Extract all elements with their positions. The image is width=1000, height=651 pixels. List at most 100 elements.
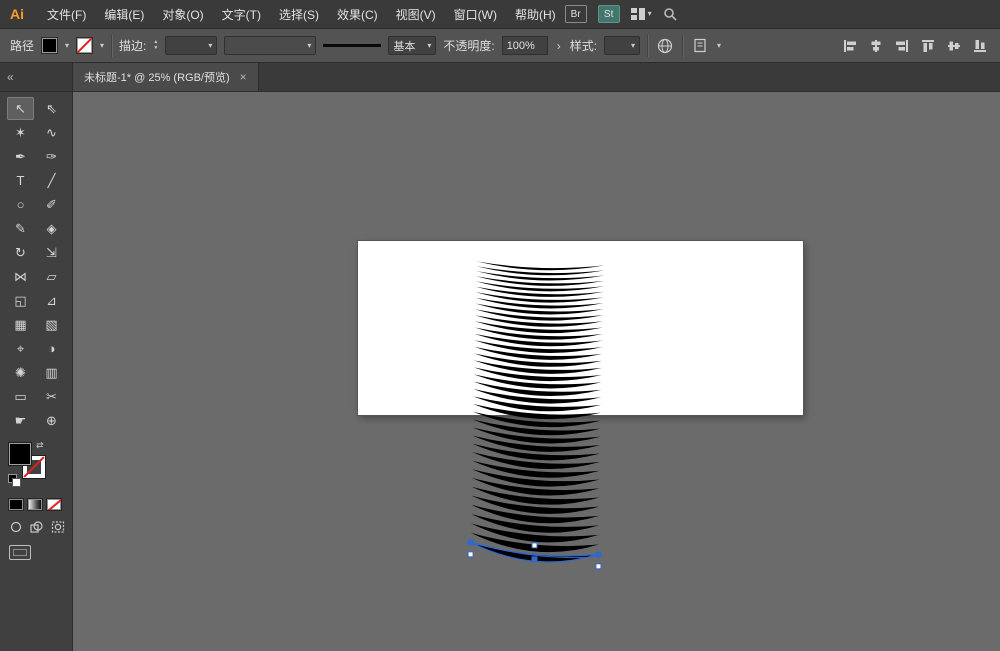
collapse-panel-button[interactable]: « [7, 70, 14, 84]
change-screen-mode-button[interactable] [9, 545, 31, 560]
draw-normal-button[interactable] [7, 520, 25, 534]
fill-chevron-down-icon[interactable]: ▾ [65, 42, 69, 50]
draw-inside-button[interactable] [49, 520, 67, 534]
stroke-color-swatch[interactable] [76, 37, 93, 54]
close-icon[interactable]: × [240, 70, 247, 84]
anchor-handle[interactable] [468, 540, 473, 545]
zoom-tool[interactable]: ⊕ [38, 409, 65, 432]
scale-tool[interactable]: ⇲ [38, 241, 65, 264]
align-left-button[interactable] [840, 36, 860, 56]
menu-select[interactable]: 选择(S) [270, 0, 328, 29]
stock-button[interactable]: St [598, 5, 620, 23]
menu-effect[interactable]: 效果(C) [328, 0, 387, 29]
menu-object[interactable]: 对象(O) [153, 0, 212, 29]
align-top-button[interactable] [918, 36, 938, 56]
anchor-handle[interactable] [596, 564, 601, 569]
column-graph-tool-icon: ▥ [45, 365, 57, 381]
pen-tool[interactable]: ✒ [7, 145, 34, 168]
type-tool[interactable]: T [7, 169, 34, 192]
menu-type[interactable]: 文字(T) [213, 0, 270, 29]
recolor-artwork-icon[interactable] [655, 36, 675, 56]
graphic-style-dropdown[interactable]: ▾ [604, 36, 640, 55]
perspective-grid-tool[interactable]: ⊿ [38, 289, 65, 312]
document-tab[interactable]: 未标题-1* @ 25% (RGB/预览) × [73, 63, 259, 91]
opacity-input[interactable] [502, 36, 548, 55]
fill-proxy-swatch[interactable] [8, 442, 32, 466]
brush-definition-dropdown[interactable]: 基本 ▾ [388, 36, 436, 55]
eraser-tool[interactable]: ◈ [38, 217, 65, 240]
direct-selection-tool[interactable]: ⇖ [38, 97, 65, 120]
chevron-down-icon: ▾ [648, 10, 652, 18]
canvas[interactable] [73, 92, 1000, 651]
align-right-button[interactable] [892, 36, 912, 56]
free-transform-tool[interactable]: ▱ [38, 265, 65, 288]
menu-window[interactable]: 窗口(W) [445, 0, 506, 29]
bridge-button[interactable]: Br [565, 5, 587, 23]
menu-edit[interactable]: 编辑(E) [95, 0, 153, 29]
symbol-sprayer-tool[interactable]: ✺ [7, 361, 34, 384]
gradient-tool[interactable]: ▧ [38, 313, 65, 336]
chevron-down-icon: ▾ [427, 42, 431, 50]
swap-fill-stroke-icon[interactable]: ⇄ [36, 440, 44, 451]
pen-tool-icon: ✒ [15, 149, 26, 165]
align-center-vertical-button[interactable] [944, 36, 964, 56]
rotate-tool[interactable]: ↻ [7, 241, 34, 264]
slice-tool[interactable]: ✂ [38, 385, 65, 408]
line-segment-tool[interactable]: ╱ [38, 169, 65, 192]
search-icon[interactable] [663, 7, 677, 21]
stepper-down-icon[interactable]: ▼ [153, 46, 158, 51]
opacity-label: 不透明度: [443, 37, 494, 54]
artboard-tool[interactable]: ▭ [7, 385, 34, 408]
stroke-chevron-down-icon[interactable]: ▾ [100, 42, 104, 50]
anchor-handle[interactable] [468, 552, 473, 557]
menu-view[interactable]: 视图(V) [387, 0, 445, 29]
hand-tool[interactable]: ☛ [7, 409, 34, 432]
anchor-handle[interactable] [532, 557, 537, 562]
stroke-weight-stepper[interactable]: ▲ ▼ [153, 40, 158, 51]
main-area: « ↖ ⇖✶∿ ✒ ✑ T╱○✐✎◈↻⇲⋈▱◱⊿ ▦ ▧⌖◑✺ ▥ ▭✂☛⊕ ⇄ [0, 63, 1000, 651]
stroke-weight-dropdown[interactable]: ▾ [165, 36, 217, 55]
mesh-tool-icon: ▦ [14, 317, 26, 333]
selection-tool[interactable]: ↖ [7, 97, 34, 120]
chevron-down-icon: ▾ [307, 42, 311, 50]
tools-panel-header: « [0, 63, 72, 92]
gradient-button[interactable] [27, 498, 43, 511]
brush-stroke-preview[interactable] [323, 36, 381, 55]
anchor-handle[interactable] [532, 543, 537, 548]
align-center-horizontal-button[interactable] [866, 36, 886, 56]
shape-builder-tool[interactable]: ◱ [7, 289, 34, 312]
anchor-handle[interactable] [596, 552, 601, 557]
curvature-tool[interactable]: ✑ [38, 145, 65, 168]
workspace-switcher[interactable]: ▾ [631, 8, 652, 20]
draw-behind-button[interactable] [28, 520, 46, 534]
style-label: 样式: [570, 37, 597, 54]
blend-artwork [73, 92, 1000, 651]
draw-mode-row [0, 511, 72, 534]
chevron-down-icon[interactable]: ▾ [717, 42, 721, 50]
magic-wand-tool[interactable]: ✶ [7, 121, 34, 144]
width-tool[interactable]: ⋈ [7, 265, 34, 288]
column-graph-tool[interactable]: ▥ [38, 361, 65, 384]
curvature-tool-icon: ✑ [46, 149, 57, 165]
menu-help[interactable]: 帮助(H) [506, 0, 565, 29]
align-bottom-button[interactable] [970, 36, 990, 56]
opacity-panel-arrow[interactable]: › [555, 39, 563, 53]
none-button[interactable] [46, 498, 62, 511]
variable-width-profile-dropdown[interactable]: ▾ [224, 36, 316, 55]
paintbrush-tool[interactable]: ✐ [38, 193, 65, 216]
color-button[interactable] [8, 498, 24, 511]
document-setup-icon[interactable] [690, 36, 710, 56]
selection-tool-icon: ↖ [15, 101, 26, 117]
workspace-grid-icon [631, 8, 645, 20]
blend-step [477, 261, 605, 270]
menu-bar: Ai 文件(F)编辑(E)对象(O)文字(T)选择(S)效果(C)视图(V)窗口… [0, 0, 1000, 29]
eyedropper-tool[interactable]: ⌖ [7, 337, 34, 360]
lasso-tool[interactable]: ∿ [38, 121, 65, 144]
mesh-tool[interactable]: ▦ [7, 313, 34, 336]
fill-color-swatch[interactable] [41, 37, 58, 54]
default-fill-stroke-icon[interactable] [8, 474, 22, 488]
blend-tool[interactable]: ◑ [38, 337, 65, 360]
menu-file[interactable]: 文件(F) [38, 0, 95, 29]
pencil-tool[interactable]: ✎ [7, 217, 34, 240]
ellipse-tool[interactable]: ○ [7, 193, 34, 216]
